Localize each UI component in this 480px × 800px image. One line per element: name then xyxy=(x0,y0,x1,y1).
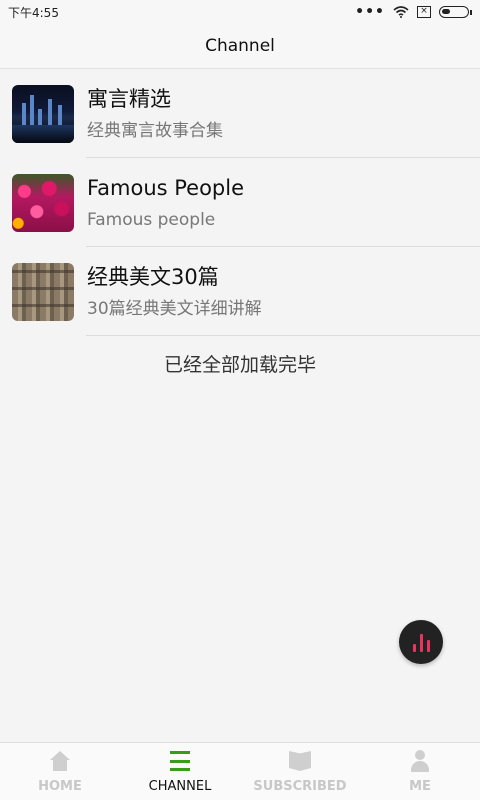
book-icon xyxy=(289,751,311,771)
tab-label: SUBSCRIBED xyxy=(253,779,347,794)
battery-tip xyxy=(470,9,472,15)
more-dots-icon: ••• xyxy=(355,4,385,20)
status-time: 下午4:55 xyxy=(8,5,59,20)
person-icon xyxy=(411,750,429,772)
channel-item[interactable]: 寓言精选 经典寓言故事合集 xyxy=(0,69,480,158)
list-end-message: 已经全部加载完毕 xyxy=(163,354,316,376)
status-icons: ••• × xyxy=(355,4,472,20)
battery-icon xyxy=(439,6,469,18)
tab-me[interactable]: ME xyxy=(360,743,480,800)
channel-title: 经典美文30篇 xyxy=(87,264,219,289)
no-sim-icon: × xyxy=(417,6,431,18)
flower-field-thumbnail xyxy=(12,173,74,232)
wooden-fence-thumbnail xyxy=(12,262,74,321)
list-icon xyxy=(170,750,190,772)
tab-label: HOME xyxy=(38,779,82,794)
channel-subtitle: Famous people xyxy=(87,209,216,230)
page-header: Channel xyxy=(0,24,480,69)
tab-home[interactable]: HOME xyxy=(0,743,120,800)
tab-subscribed[interactable]: SUBSCRIBED xyxy=(240,743,360,800)
tab-label: CHANNEL xyxy=(148,779,212,794)
city-night-thumbnail xyxy=(12,84,74,143)
audio-bars-icon xyxy=(412,644,416,652)
tab-label: ME xyxy=(409,779,431,794)
channel-item[interactable]: Famous People Famous people xyxy=(0,158,480,247)
channel-item[interactable]: 经典美文30篇 30篇经典美文详细讲解 xyxy=(0,247,480,336)
wifi-icon xyxy=(393,6,409,18)
channel-list: 寓言精选 经典寓言故事合集 Famous People Famous peopl… xyxy=(0,69,480,377)
bottom-tab-bar: HOME CHANNEL SUBSCRIBED ME xyxy=(0,742,480,800)
home-icon xyxy=(49,751,71,771)
page-title: Channel xyxy=(205,36,275,56)
audio-player-button[interactable] xyxy=(399,620,443,664)
channel-title: 寓言精选 xyxy=(87,86,171,111)
divider xyxy=(86,335,480,336)
channel-subtitle: 经典寓言故事合集 xyxy=(87,120,223,141)
channel-subtitle: 30篇经典美文详细讲解 xyxy=(87,298,262,319)
status-bar: 下午4:55 ••• × xyxy=(0,0,480,24)
channel-title: Famous People xyxy=(87,175,245,200)
tab-channel[interactable]: CHANNEL xyxy=(120,743,240,800)
